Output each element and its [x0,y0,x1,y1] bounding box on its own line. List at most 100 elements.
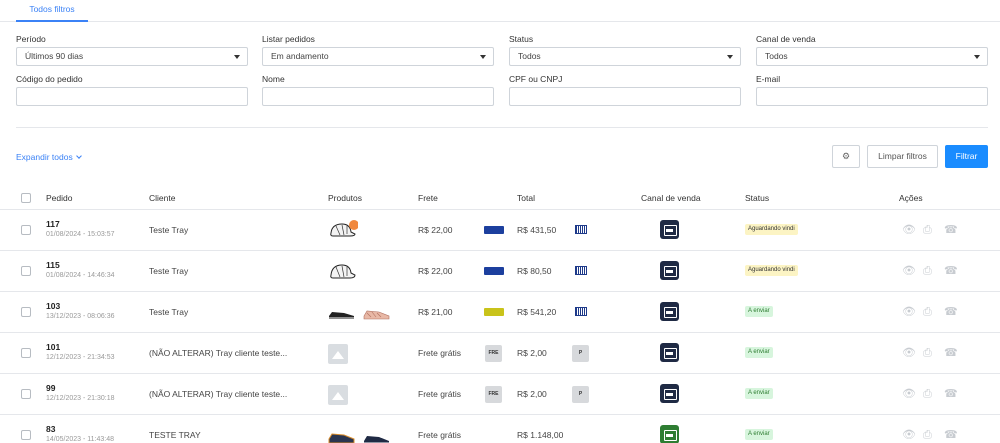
printer-icon[interactable]: ⎙ [923,429,932,441]
printer-icon[interactable]: ⎙ [923,224,932,236]
email-input[interactable] [756,87,988,106]
table-header: Pedido Cliente Produtos Frete Total Cana… [0,188,1000,210]
header-total: Total [517,193,535,203]
product-thumbnail[interactable] [328,219,358,241]
header-status: Status [745,193,770,203]
chevron-down-icon [480,55,486,59]
row-checkbox[interactable] [21,430,31,440]
order-date: 14/05/2023 - 11:43:48 [46,436,114,443]
filter-button[interactable]: Filtrar [945,145,988,168]
whatsapp-icon[interactable]: ☎ [944,347,958,359]
table-row[interactable]: 83 14/05/2023 - 11:43:48 TESTE TRAY Fret… [0,415,1000,443]
product-thumbnail[interactable] [363,429,391,443]
clear-filters-button[interactable]: Limpar filtros [867,145,938,168]
order-date: 12/12/2023 - 21:34:53 [46,354,115,361]
email-field: E-mail [756,74,988,106]
eye-icon[interactable]: 👁 [902,224,916,236]
canal-field: Canal de venda Todos [756,34,988,66]
header-cliente: Cliente [149,193,176,203]
order-number[interactable]: 117 [46,219,115,229]
expand-all-label: Expandir todos [16,152,73,162]
order-cell: 83 14/05/2023 - 11:43:48 [46,424,114,443]
order-number[interactable]: 103 [46,301,115,311]
boleto-icon [575,307,587,316]
codigo-input[interactable] [16,87,248,106]
status-select[interactable]: Todos [509,47,741,66]
order-number[interactable]: 101 [46,342,115,352]
expand-all-link[interactable]: Expandir todos [16,152,82,162]
product-thumbnail[interactable] [328,301,356,323]
nome-input[interactable] [262,87,494,106]
printer-icon[interactable]: ⎙ [923,306,932,318]
nome-label: Nome [262,74,285,84]
eye-icon[interactable]: 👁 [902,306,916,318]
order-number[interactable]: 83 [46,424,114,434]
listar-label: Listar pedidos [262,34,315,44]
eye-icon[interactable]: 👁 [902,429,916,441]
order-number[interactable]: 99 [46,383,115,393]
header-pedido[interactable]: Pedido [46,193,72,203]
client-name: (NÃO ALTERAR) Tray cliente teste... [149,389,288,399]
row-checkbox[interactable] [21,389,31,399]
shipping-value: Frete grátis [418,348,461,358]
row-checkbox[interactable] [21,266,31,276]
whatsapp-channel-icon [660,425,679,443]
cpf-input[interactable] [509,87,741,106]
printer-icon[interactable]: ⎙ [923,265,932,277]
tab-bar: Todos filtros [0,0,1000,22]
whatsapp-icon[interactable]: ☎ [944,429,958,441]
header-canal: Canal de venda [641,193,701,203]
printer-icon[interactable]: ⎙ [923,347,932,359]
printer-icon[interactable]: ⎙ [923,388,932,400]
table-row[interactable]: 99 12/12/2023 - 21:30:18 (NÃO ALTERAR) T… [0,374,1000,415]
whatsapp-icon[interactable]: ☎ [944,265,958,277]
status-badge: A enviar [745,306,773,317]
boleto-icon [575,225,587,234]
order-cell: 101 12/12/2023 - 21:34:53 [46,342,115,361]
row-checkbox[interactable] [21,348,31,358]
status-badge: A enviar [745,388,773,399]
header-acoes: Ações [899,193,923,203]
whatsapp-icon[interactable]: ☎ [944,388,958,400]
gear-icon: ⚙ [841,151,851,161]
periodo-label: Período [16,34,46,44]
order-cell: 115 01/08/2024 - 14:46:34 [46,260,115,279]
cpf-field: CPF ou CNPJ [509,74,741,106]
carrier-logo-icon [484,267,504,275]
whatsapp-icon[interactable]: ☎ [944,306,958,318]
table-row[interactable]: 115 01/08/2024 - 14:46:34 Teste Tray R$ … [0,251,1000,292]
listar-value: Em andamento [271,51,329,61]
eye-icon[interactable]: 👁 [902,265,916,277]
periodo-select[interactable]: Últimos 90 dias [16,47,248,66]
select-all-checkbox[interactable] [21,193,31,203]
product-thumbnail[interactable] [363,301,391,323]
client-name: Teste Tray [149,307,189,317]
eye-icon[interactable]: 👁 [902,347,916,359]
chevron-down-icon [974,55,980,59]
whatsapp-icon[interactable]: ☎ [944,224,958,236]
order-cell: 99 12/12/2023 - 21:30:18 [46,383,115,402]
product-thumbnail[interactable] [328,425,356,443]
status-badge: A enviar [745,429,773,440]
canal-select[interactable]: Todos [756,47,988,66]
total-value: R$ 1.148,00 [517,430,564,440]
header-produtos: Produtos [328,193,363,203]
image-placeholder-icon [328,385,348,405]
row-checkbox[interactable] [21,307,31,317]
table-row[interactable]: 117 01/08/2024 - 15:03:57 Teste Tray R$ … [0,210,1000,251]
client-name: (NÃO ALTERAR) Tray cliente teste... [149,348,288,358]
table-row[interactable]: 101 12/12/2023 - 21:34:53 (NÃO ALTERAR) … [0,333,1000,374]
table-row[interactable]: 103 13/12/2023 - 08:06:36 Teste Tray R$ … [0,292,1000,333]
tab-todos-filtros[interactable]: Todos filtros [16,0,88,22]
payment-badge: P [572,386,589,403]
product-thumbnail[interactable] [328,260,358,282]
total-value: R$ 541,20 [517,307,557,317]
listar-select[interactable]: Em andamento [262,47,494,66]
row-checkbox[interactable] [21,225,31,235]
eye-icon[interactable]: 👁 [902,388,916,400]
status-badge: Aguardando vindi [745,265,798,276]
order-date: 01/08/2024 - 14:46:34 [46,272,115,279]
status-label: Status [509,34,534,44]
settings-button[interactable]: ⚙ [832,145,860,168]
order-number[interactable]: 115 [46,260,115,270]
